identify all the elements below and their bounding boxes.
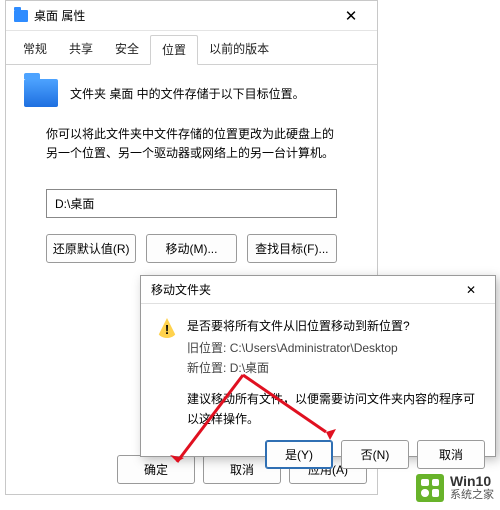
- tab-sharing[interactable]: 共享: [58, 35, 104, 64]
- dialog-close-icon[interactable]: ✕: [451, 283, 491, 297]
- watermark-line1: Win10: [450, 473, 494, 489]
- window-title: 桌面 属性: [34, 7, 329, 24]
- path-input[interactable]: D:\桌面: [46, 189, 337, 218]
- tab-location[interactable]: 位置: [150, 35, 198, 65]
- dialog-title: 移动文件夹: [151, 281, 451, 298]
- warning-icon: [157, 318, 177, 338]
- dialog-titlebar: 移动文件夹 ✕: [141, 276, 495, 304]
- restore-defaults-button[interactable]: 还原默认值(R): [46, 234, 136, 263]
- tab-general[interactable]: 常规: [12, 35, 58, 64]
- folder-icon: [14, 10, 28, 22]
- watermark-logo-icon: [416, 474, 444, 502]
- move-folder-dialog: 移动文件夹 ✕ 是否要将所有文件从旧位置移动到新位置? 旧位置: C:\User…: [140, 275, 496, 457]
- tab-security[interactable]: 安全: [104, 35, 150, 64]
- dialog-question: 是否要将所有文件从旧位置移动到新位置?: [187, 316, 410, 336]
- dialog-advice: 建议移动所有文件，以便需要访问文件夹内容的程序可以这样操作。: [187, 389, 479, 430]
- old-path-label: 旧位置:: [187, 341, 226, 355]
- tab-previous[interactable]: 以前的版本: [198, 35, 280, 64]
- old-path-value: C:\Users\Administrator\Desktop: [230, 341, 398, 355]
- new-path-label: 新位置:: [187, 361, 226, 375]
- dialog-cancel-button[interactable]: 取消: [417, 440, 485, 469]
- move-button[interactable]: 移动(M)...: [146, 234, 236, 263]
- new-path-value: D:\桌面: [230, 361, 269, 375]
- titlebar: 桌面 属性 ✕: [6, 1, 377, 31]
- folder-large-icon: [24, 79, 58, 107]
- dialog-paths: 旧位置: C:\Users\Administrator\Desktop 新位置:…: [187, 338, 479, 379]
- watermark-line2: 系统之家: [450, 489, 494, 502]
- tab-strip: 常规 共享 安全 位置 以前的版本: [6, 31, 377, 65]
- info-line: 文件夹 桌面 中的文件存储于以下目标位置。: [70, 85, 305, 102]
- tab-content: 文件夹 桌面 中的文件存储于以下目标位置。 你可以将此文件夹中文件存储的位置更改…: [6, 65, 377, 263]
- description-text: 你可以将此文件夹中文件存储的位置更改为此硬盘上的另一个位置、另一个驱动器或网络上…: [46, 125, 337, 163]
- watermark: Win10 系统之家: [416, 473, 494, 502]
- no-button[interactable]: 否(N): [341, 440, 409, 469]
- close-icon[interactable]: ✕: [329, 1, 373, 31]
- yes-button[interactable]: 是(Y): [265, 440, 333, 469]
- find-target-button[interactable]: 查找目标(F)...: [247, 234, 337, 263]
